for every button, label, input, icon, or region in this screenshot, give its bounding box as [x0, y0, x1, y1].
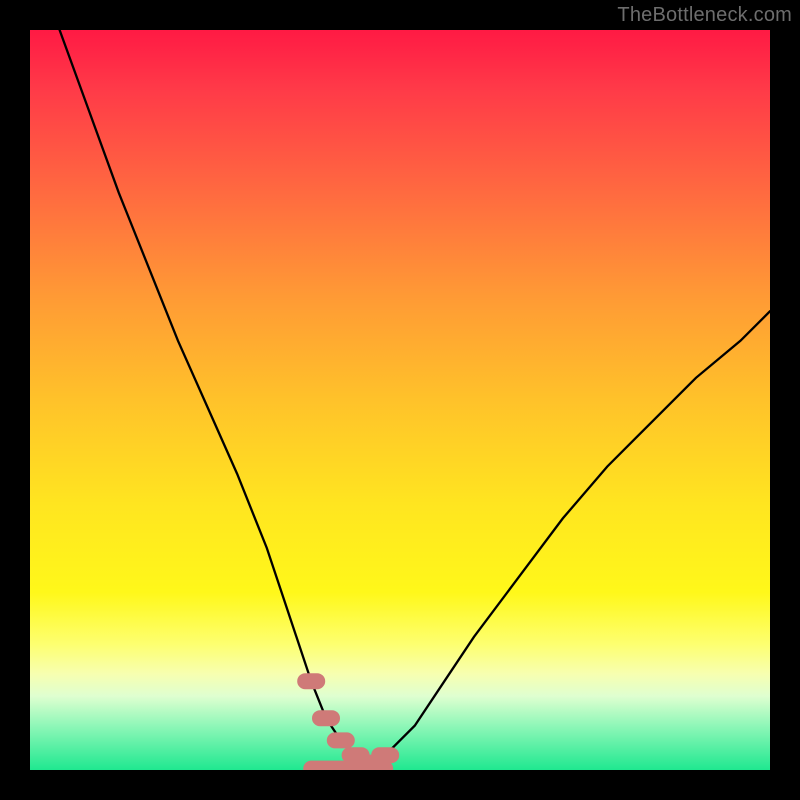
chart-frame: TheBottleneck.com — [0, 0, 800, 800]
flat-region-markers — [305, 681, 391, 768]
plot-area — [30, 30, 770, 770]
watermark-text: TheBottleneck.com — [617, 4, 792, 27]
curve-layer — [30, 30, 770, 770]
bottleneck-curve — [60, 30, 770, 763]
